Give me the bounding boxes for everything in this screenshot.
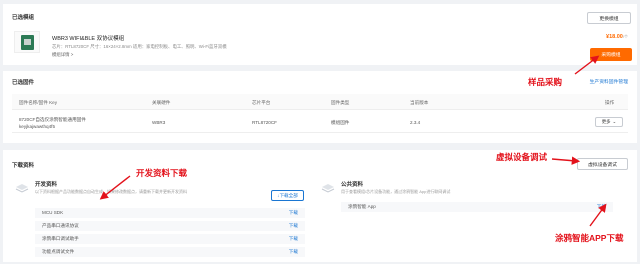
firmware-type: 模组固件: [331, 120, 350, 125]
list-item: 涂鸦串口调试助手 下载: [35, 234, 305, 244]
item-name: 功能点调试文件: [42, 249, 75, 254]
firmware-name-cell: 8720CF自选仅涂鸦智能通用固件 keyjkajwawthq4f5: [19, 116, 86, 130]
more-dropdown-button[interactable]: 更多 ⌄: [595, 117, 623, 127]
more-label: 更多: [601, 119, 611, 124]
list-item: 涂鸦智能 App 下载: [341, 202, 613, 212]
chevron-down-icon: ⌄: [612, 119, 617, 124]
annotation-app-download: 涂鸦智能APP下载: [555, 233, 624, 243]
selected-module-panel: 已选模组 更换模组 WBR3 WIFI&BLE 双协议模组 芯片：RTL8720…: [3, 4, 637, 65]
firmware-title: 已选固件: [12, 80, 35, 86]
annotation-virtual-debug: 虚拟设备调试: [496, 152, 548, 162]
item-name: 产品串口通讯协议: [42, 223, 79, 228]
firmware-table-header: 固件名称/固件 Key 关联硬件 芯片平台 固件类型 当前版本 操作: [12, 94, 628, 110]
module-name: WBR3 WIFI&BLE 双协议模组: [52, 36, 125, 42]
col-type: 固件类型: [331, 100, 350, 105]
annotation-sample-purchase: 样品采购: [528, 77, 563, 87]
col-chip: 芯片平台: [252, 100, 271, 105]
price-unit: /个: [622, 34, 628, 39]
annotation-dev-download: 开发资料下载: [136, 168, 188, 178]
price-value: ¥18.00: [606, 34, 623, 40]
public-materials-desc: 用于查看模组/芯片设备功能，通过涂鸦智能 App进行联网调试: [341, 189, 451, 194]
list-item: 功能点调试文件 下载: [35, 247, 305, 257]
layers-icon: [15, 184, 29, 193]
item-download-link[interactable]: 下载: [597, 204, 606, 210]
dev-materials-title: 开发资料: [35, 182, 58, 188]
item-download-link[interactable]: 下载: [289, 223, 298, 229]
col-version: 当前版本: [410, 100, 429, 105]
firmware-version: 2.3.4: [410, 120, 421, 125]
firmware-key: keyjkajwawthq4f5: [19, 124, 56, 129]
list-item: 产品串口通讯协议 下载: [35, 221, 305, 231]
download-all-button[interactable]: ↓ 下载全部: [271, 190, 304, 201]
firmware-chip: RTL8720CF: [252, 120, 277, 125]
layers-icon: [321, 184, 335, 193]
col-name: 固件名称/固件 Key: [19, 100, 58, 105]
buy-module-button[interactable]: 采购模组: [590, 48, 632, 61]
col-hardware: 关联硬件: [152, 100, 171, 105]
item-download-link[interactable]: 下载: [289, 210, 298, 216]
selected-module-title: 已选模组: [12, 15, 35, 21]
item-name: 涂鸦串口调试助手: [42, 236, 79, 241]
item-name: 涂鸦智能 App: [348, 204, 376, 209]
firmware-hardware: WBR3: [152, 120, 166, 125]
module-image: [14, 31, 40, 53]
module-specs: 芯片：RTL8720CF 尺寸：16×24×2.8mm 适用：家电控制板、电工、…: [52, 44, 227, 49]
virtual-debug-button[interactable]: 虚拟设备调试: [577, 158, 628, 170]
col-action: 操作: [605, 100, 615, 105]
item-download-link[interactable]: 下载: [289, 249, 298, 255]
firmware-name: 8720CF自选仅涂鸦智能通用固件: [19, 117, 86, 122]
table-row: 8720CF自选仅涂鸦智能通用固件 keyjkajwawthq4f5 WBR3 …: [12, 111, 628, 133]
dev-materials-desc: 以下资料根据产品功能数据点自动生成，如果修改数据点，请重新下载并更新开发资料: [35, 189, 187, 194]
downloads-panel: 下载资料 虚拟设备调试 开发资料 以下资料根据产品功能数据点自动生成，如果修改数…: [3, 150, 637, 262]
module-detail-link[interactable]: 模组详情 >: [52, 52, 73, 58]
module-price: ¥18.00/个: [606, 34, 628, 40]
download-all-label: 下载全部: [279, 192, 298, 198]
list-item: MCU SDK 下载: [35, 208, 305, 218]
public-materials-title: 公共资料: [341, 182, 364, 188]
firmware-manage-link[interactable]: 生产资料固件管理: [590, 78, 628, 85]
item-download-link[interactable]: 下载: [289, 236, 298, 242]
item-name: MCU SDK: [42, 210, 64, 215]
downloads-title: 下载资料: [12, 163, 35, 169]
change-module-button[interactable]: 更换模组: [587, 12, 631, 24]
